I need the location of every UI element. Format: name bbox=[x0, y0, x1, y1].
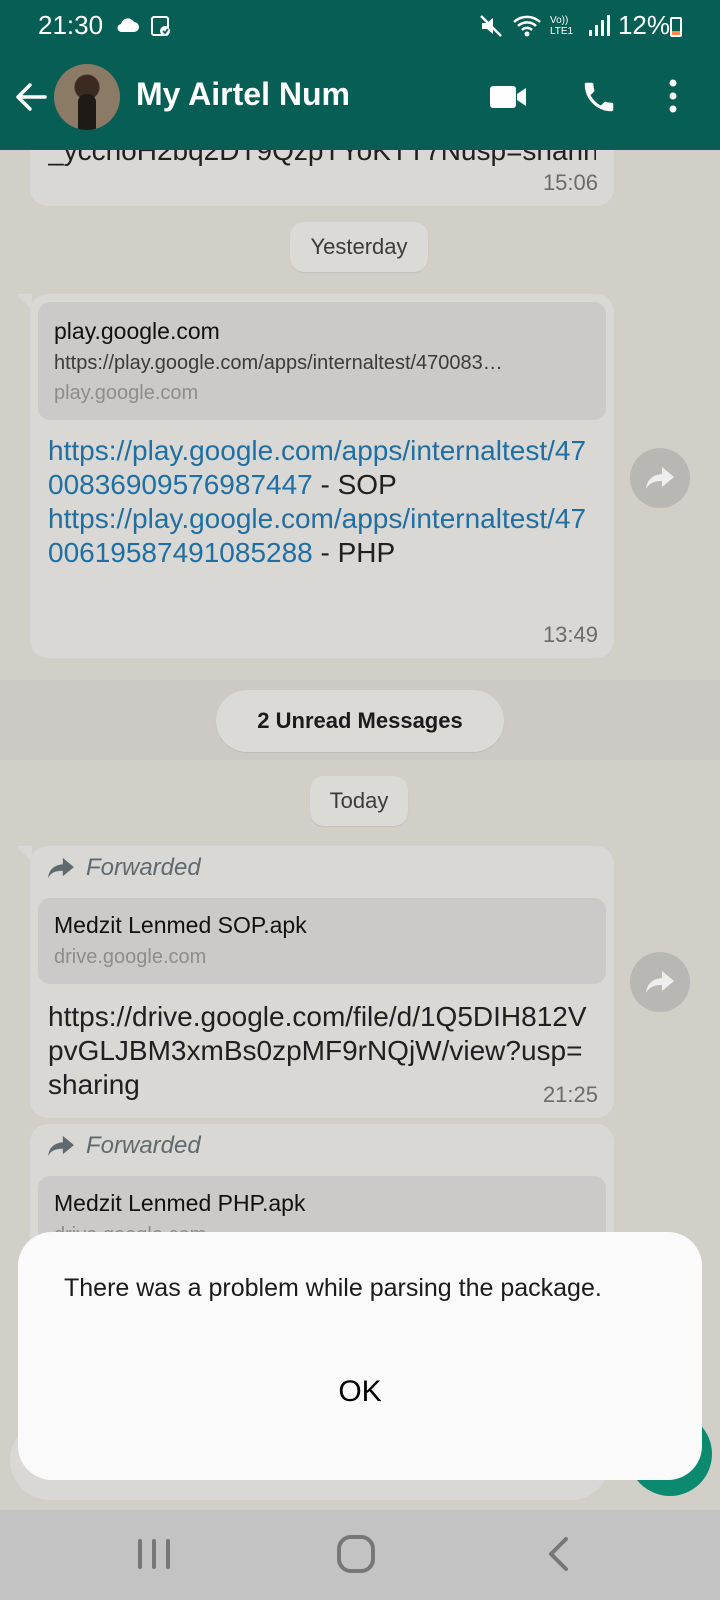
screenshot-icon bbox=[151, 16, 170, 36]
forwarded-icon bbox=[48, 1135, 74, 1157]
forwarded-text: Forwarded bbox=[86, 854, 201, 881]
dialog-message: There was a problem while parsing the pa… bbox=[64, 1274, 602, 1302]
preview-title: play.google.com bbox=[54, 318, 220, 344]
preview-description: https://play.google.com/apps/internaltes… bbox=[54, 352, 503, 374]
video-call-icon[interactable] bbox=[488, 80, 528, 114]
forward-share-button[interactable] bbox=[630, 952, 690, 1012]
unread-messages-label: 2 Unread Messages bbox=[257, 708, 463, 733]
unread-messages-badge: 2 Unread Messages bbox=[216, 690, 504, 752]
cloud-icon bbox=[117, 18, 139, 33]
battery-icon bbox=[670, 17, 682, 37]
message-suffix: - PHP bbox=[312, 537, 396, 568]
network-label: Vo)) LTE1 bbox=[549, 14, 574, 37]
message-text: https://play.google.com/apps/internaltes… bbox=[48, 434, 596, 570]
error-dialog: There was a problem while parsing the pa… bbox=[18, 1232, 702, 1480]
forwarded-text: Forwarded bbox=[86, 1132, 201, 1159]
message-time: 13:49 bbox=[542, 622, 598, 647]
home-icon[interactable] bbox=[336, 1534, 376, 1574]
status-time: 21:30 bbox=[38, 10, 104, 40]
forwarded-label: Forwarded bbox=[46, 854, 201, 882]
back-arrow-icon[interactable] bbox=[14, 80, 48, 114]
message-bubble[interactable]: Forwarded Medzit Lenmed SOP.apk drive.go… bbox=[16, 846, 614, 1118]
date-divider-label: Today bbox=[329, 788, 389, 813]
status-bar: 21:30 Vo)) LTE1 12% bbox=[0, 0, 720, 50]
wifi-icon bbox=[513, 15, 541, 36]
system-navigation-bar bbox=[0, 1510, 720, 1600]
contact-avatar[interactable] bbox=[54, 64, 120, 130]
preview-title: Medzit Lenmed PHP.apk bbox=[54, 1190, 306, 1216]
message-time: 21:25 bbox=[542, 1082, 598, 1107]
preview-domain: drive.google.com bbox=[54, 946, 207, 968]
nav-back-icon[interactable] bbox=[546, 1536, 572, 1572]
message-bubble[interactable]: _yccnoH2bq2DT9QzpTYoKTT7Nusp=sharing 15:… bbox=[30, 150, 614, 206]
contact-name[interactable]: My Airtel Num bbox=[136, 76, 350, 113]
forward-arrow-icon bbox=[646, 467, 674, 489]
message-link-partial[interactable]: _yccnoH2bq2DT9QzpTYoKTT7Nusp=sharing bbox=[48, 150, 596, 168]
message-time: 15:06 bbox=[542, 170, 598, 195]
forwarded-icon bbox=[48, 857, 74, 879]
voice-call-icon[interactable] bbox=[580, 78, 618, 116]
message-bubble[interactable]: play.google.com https://play.google.com/… bbox=[16, 294, 614, 658]
forwarded-label: Forwarded bbox=[46, 1132, 201, 1160]
preview-title: Medzit Lenmed SOP.apk bbox=[54, 912, 307, 938]
date-divider-label: Yesterday bbox=[310, 234, 408, 259]
date-divider-yesterday: Yesterday bbox=[290, 222, 428, 272]
message-link[interactable]: https://drive.google.com/file/d/1Q5DIH81… bbox=[48, 1000, 596, 1102]
battery-percent: 12% bbox=[617, 10, 670, 40]
mute-icon bbox=[480, 14, 502, 37]
link-preview[interactable]: play.google.com https://play.google.com/… bbox=[38, 302, 606, 420]
message-suffix: - SOP bbox=[312, 469, 397, 500]
recent-apps-icon[interactable] bbox=[134, 1536, 174, 1572]
more-options-icon[interactable] bbox=[666, 78, 680, 114]
signal-icon bbox=[588, 14, 610, 36]
preview-domain: play.google.com bbox=[54, 382, 199, 404]
link-preview[interactable]: Medzit Lenmed SOP.apk drive.google.com bbox=[38, 898, 606, 984]
forward-share-button[interactable] bbox=[630, 448, 690, 508]
forward-arrow-icon bbox=[646, 971, 674, 993]
date-divider-today: Today bbox=[310, 776, 408, 826]
ok-button[interactable]: OK bbox=[310, 1362, 410, 1422]
chat-header: My Airtel Num bbox=[0, 50, 720, 150]
